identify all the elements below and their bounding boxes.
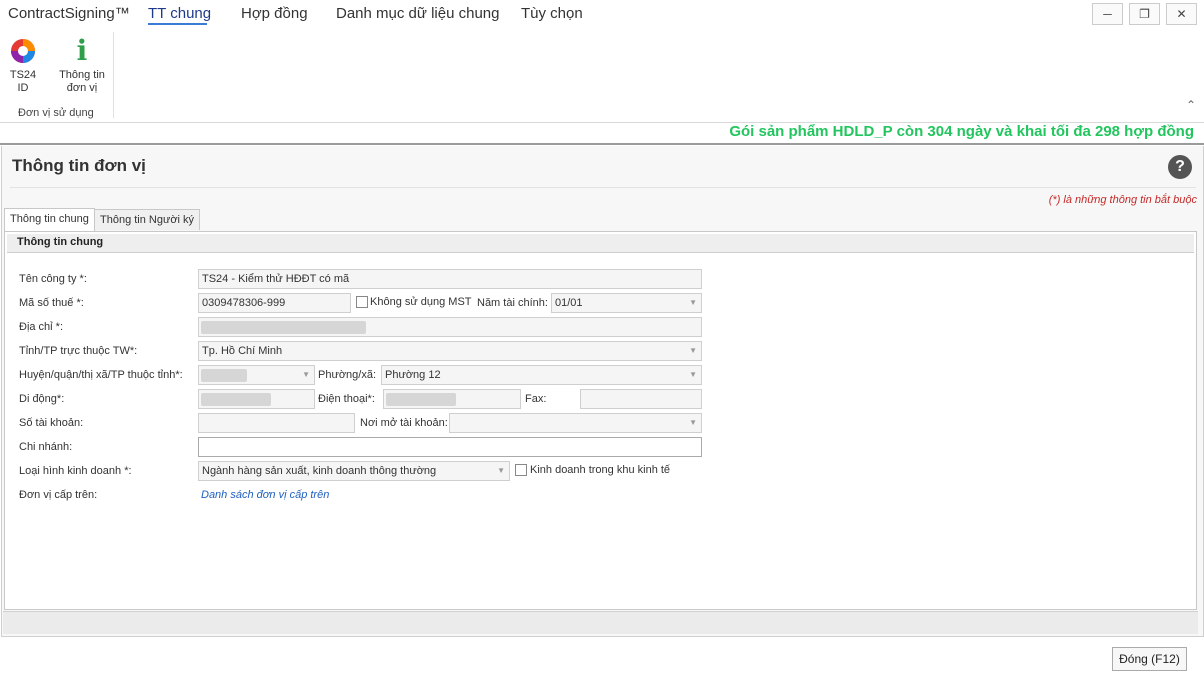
tax-code-field[interactable]: 0309478306-999 [198, 293, 351, 313]
econ-zone-checkbox[interactable] [515, 464, 527, 476]
redacted-value [386, 393, 456, 406]
parent-unit-link[interactable]: Danh sách đơn vị cấp trên [201, 489, 329, 501]
phone-label: Điện thoại*: [318, 393, 375, 405]
menu-danh-muc[interactable]: Danh mục dữ liệu chung [336, 5, 499, 22]
mobile-field[interactable] [198, 389, 315, 409]
panel-footer-strip [3, 611, 1198, 634]
chevron-down-icon: ▼ [302, 370, 310, 379]
chevron-down-icon: ▼ [689, 298, 697, 307]
title-bar: ContractSigning™ TT chung Hợp đồng Danh … [0, 0, 1204, 30]
required-note: (*) là những thông tin bắt buộc [1048, 194, 1197, 206]
ward-select[interactable]: Phường 12 ▼ [381, 365, 702, 385]
chevron-down-icon: ▼ [689, 346, 697, 355]
fiscal-year-label: Năm tài chính: [477, 297, 548, 309]
ribbon-group-label: Đơn vị sử dụng [18, 107, 94, 119]
bank-account-field[interactable] [198, 413, 355, 433]
page-title: Thông tin đơn vị [12, 156, 146, 175]
redacted-value [201, 321, 366, 334]
business-type-label: Loại hình kinh doanh *: [19, 465, 132, 477]
unit-info-button[interactable]: i Thông tin đơn vị [56, 34, 108, 95]
promo-text: Gói sản phẩm HDLD_P còn 304 ngày và khai… [729, 123, 1194, 140]
no-tax-label: Không sử dụng MST [370, 296, 472, 308]
close-button[interactable]: Đóng (F12) [1112, 647, 1187, 671]
app-name: ContractSigning™ [8, 5, 130, 22]
no-tax-checkbox[interactable] [356, 296, 368, 308]
chevron-down-icon: ▼ [497, 466, 505, 475]
group-title: Thông tin chung [17, 236, 104, 248]
company-name-label: Tên công ty *: [19, 273, 87, 285]
promo-bar: Gói sản phẩm HDLD_P còn 304 ngày và khai… [0, 123, 1204, 143]
branch-label: Chi nhánh: [19, 441, 73, 453]
fax-label: Fax: [525, 393, 547, 405]
ts24-logo-icon [11, 39, 35, 63]
econ-zone-label: Kinh doanh trong khu kinh tế [530, 464, 671, 476]
address-field[interactable] [198, 317, 702, 337]
province-value: Tp. Hồ Chí Minh [202, 345, 283, 357]
ts24-id-button[interactable]: TS24 ID [3, 34, 43, 95]
mobile-label: Di động*: [19, 393, 65, 405]
menu-tt-chung[interactable]: TT chung [148, 5, 211, 22]
phone-field[interactable] [383, 389, 521, 409]
menu-tuy-chon[interactable]: Tùy chọn [521, 5, 583, 22]
parent-unit-label: Đơn vị cấp trên: [19, 489, 98, 501]
ts24-id-label: TS24 ID [9, 69, 37, 94]
branch-field[interactable] [198, 437, 702, 457]
header-divider [0, 143, 1204, 145]
ward-label: Phường/xã: [318, 369, 376, 381]
close-window-button[interactable]: ✕ [1166, 3, 1197, 25]
chevron-down-icon: ▼ [689, 418, 697, 427]
unit-info-label-2: đơn vị [66, 82, 98, 94]
tab-signer-info[interactable]: Thông tin Người ký [94, 209, 201, 230]
bank-name-select[interactable]: ▼ [449, 413, 702, 433]
ribbon-separator [113, 32, 114, 118]
district-select[interactable]: ▼ [198, 365, 315, 385]
fiscal-year-select[interactable]: 01/01 ▼ [551, 293, 702, 313]
business-type-select[interactable]: Ngành hàng sản xuất, kinh doanh thông th… [198, 461, 510, 481]
ward-value: Phường 12 [385, 369, 441, 381]
chevron-down-icon: ▼ [689, 370, 697, 379]
redacted-value [201, 369, 247, 382]
form-panel: Thông tin chung Tên công ty *: TS24 - Ki… [4, 231, 1197, 610]
title-divider [10, 187, 1196, 188]
business-type-value: Ngành hàng sản xuất, kinh doanh thông th… [202, 465, 437, 477]
tax-code-label: Mã số thuế *: [19, 297, 84, 309]
restore-button[interactable]: ❐ [1129, 3, 1160, 25]
ribbon: TS24 ID i Thông tin đơn vị Đơn vị sử dụn… [0, 30, 1204, 123]
unit-info-label-1: Thông tin [59, 69, 105, 81]
bank-name-label: Nơi mở tài khoản: [360, 417, 448, 429]
district-label: Huyện/quận/thị xã/TP thuộc tỉnh*: [19, 369, 183, 381]
minimize-button[interactable]: ─ [1092, 3, 1123, 25]
collapse-ribbon-icon[interactable]: ⌃ [1186, 98, 1196, 112]
menu-hop-dong[interactable]: Hợp đồng [241, 5, 308, 22]
bank-account-label: Số tài khoản: [19, 417, 84, 429]
address-label: Địa chỉ *: [19, 321, 64, 333]
info-icon: i [76, 34, 88, 67]
active-menu-underline [148, 23, 207, 25]
company-name-field[interactable]: TS24 - Kiểm thử HĐĐT có mã [198, 269, 702, 289]
tab-general-info[interactable]: Thông tin chung [4, 208, 95, 231]
help-icon[interactable]: ? [1168, 155, 1192, 179]
group-header: Thông tin chung [7, 234, 1194, 253]
content-area: Thông tin đơn vị ? (*) là những thông ti… [1, 146, 1204, 637]
province-label: Tỉnh/TP trực thuộc TW*: [19, 345, 138, 357]
redacted-value [201, 393, 271, 406]
province-select[interactable]: Tp. Hồ Chí Minh ▼ [198, 341, 702, 361]
fax-field[interactable] [580, 389, 702, 409]
fiscal-year-value: 01/01 [555, 297, 583, 309]
